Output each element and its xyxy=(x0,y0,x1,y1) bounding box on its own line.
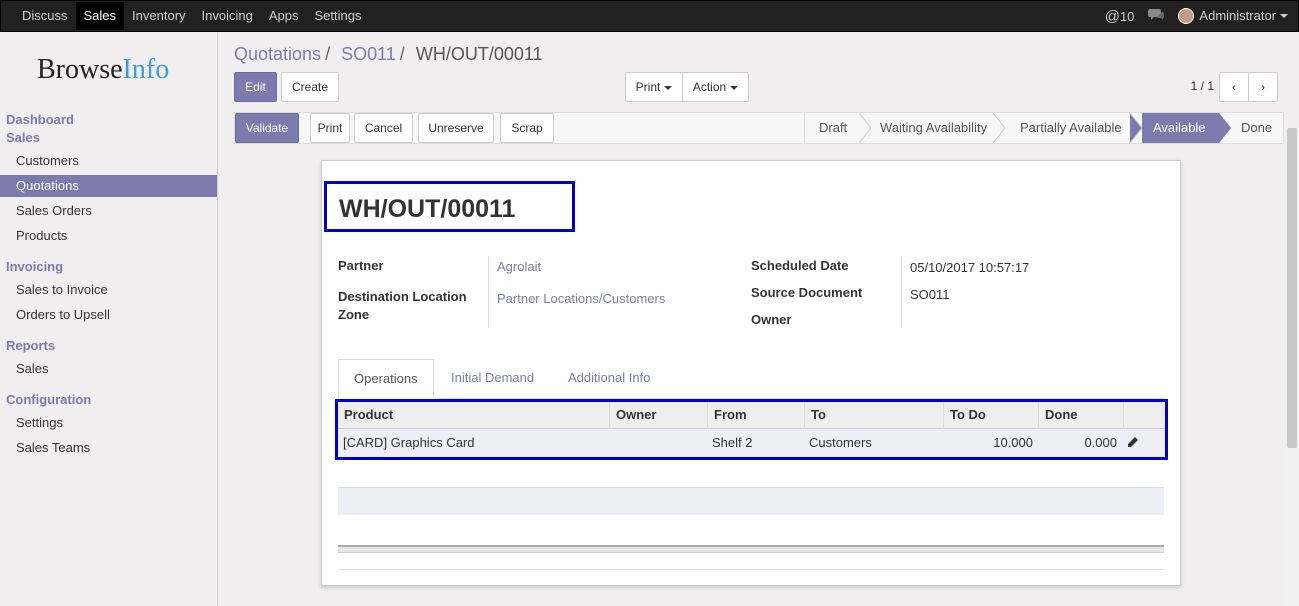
sidebar-item-sales-teams[interactable]: Sales Teams xyxy=(0,437,217,459)
partner-value[interactable]: Agrolait xyxy=(497,259,541,274)
stage-partially-available[interactable]: Partially Available xyxy=(1006,113,1136,143)
pager-prev-button[interactable]: ‹ xyxy=(1219,72,1249,102)
tab-operations[interactable]: Operations xyxy=(338,359,434,399)
stage-available[interactable]: Available xyxy=(1142,113,1219,143)
scrap-button[interactable]: Scrap xyxy=(500,113,554,143)
sidebar-item-settings[interactable]: Settings xyxy=(0,412,217,434)
breadcrumb: Quotations / SO011/ WH/OUT/00011 xyxy=(234,44,543,64)
col-from[interactable]: From xyxy=(708,402,805,429)
source-document-label: Source Document xyxy=(751,285,863,300)
mentions-button[interactable]: @10 xyxy=(1105,8,1135,25)
sidebar-section-dashboard[interactable]: Dashboard xyxy=(6,112,74,127)
table-footer xyxy=(338,545,1164,553)
create-button[interactable]: Create xyxy=(281,72,339,102)
pencil-icon[interactable] xyxy=(1127,436,1139,450)
table-row[interactable]: [CARD] Graphics Card Shelf 2 Customers 1… xyxy=(338,429,1165,457)
cell-from: Shelf 2 xyxy=(712,435,753,450)
col-done[interactable]: Done xyxy=(1039,402,1124,429)
print-dropdown[interactable]: Print xyxy=(625,72,683,102)
col-todo[interactable]: To Do xyxy=(944,402,1039,429)
caret-down-icon xyxy=(664,85,673,90)
sidebar-section-reports: Reports xyxy=(6,338,56,353)
action-dropdown[interactable]: Action xyxy=(682,72,749,102)
sidebar-item-products[interactable]: Products xyxy=(0,225,217,247)
col-product[interactable]: Product xyxy=(338,402,610,429)
sidebar-item-quotations[interactable]: Quotations xyxy=(0,175,217,197)
table-header: Product Owner From To To Do Done xyxy=(338,402,1165,429)
sidebar-section-invoicing: Invoicing xyxy=(6,259,64,274)
empty-row xyxy=(338,487,1164,515)
sidebar-item-sales-to-invoice[interactable]: Sales to Invoice xyxy=(0,279,217,301)
col-to[interactable]: To xyxy=(805,402,944,429)
col-owner[interactable]: Owner xyxy=(610,402,708,429)
tab-initial-demand[interactable]: Initial Demand xyxy=(436,359,549,399)
scheduled-date-value[interactable]: 05/10/2017 10:57:17 xyxy=(910,260,1029,275)
print-button[interactable]: Print xyxy=(310,113,350,143)
sidebar-section-sales: Sales xyxy=(6,130,40,145)
menu-invoicing[interactable]: Invoicing xyxy=(194,2,261,30)
partner-label: Partner xyxy=(338,258,384,273)
chevron-left-icon: ‹ xyxy=(1232,80,1236,94)
chat-icon[interactable] xyxy=(1148,8,1165,24)
tab-additional-info[interactable]: Additional Info xyxy=(553,359,665,399)
record-name: WH/OUT/00011 xyxy=(339,195,516,223)
at-icon: @ xyxy=(1104,7,1120,25)
sidebar-item-sales-orders[interactable]: Sales Orders xyxy=(0,200,217,222)
chevron-right-icon: › xyxy=(1261,80,1265,94)
menu-discuss[interactable]: Discuss xyxy=(14,2,76,30)
sidebar-item-orders-to-upsell[interactable]: Orders to Upsell xyxy=(0,304,217,326)
empty-row xyxy=(338,515,1164,545)
breadcrumb-so[interactable]: SO011 xyxy=(341,44,396,64)
scheduled-date-label: Scheduled Date xyxy=(751,258,849,273)
stage-draft[interactable]: Draft xyxy=(805,113,861,143)
operations-table: Product Owner From To To Do Done [CARD] … xyxy=(335,399,1168,460)
source-document-value[interactable]: SO011 xyxy=(910,287,950,302)
unreserve-button[interactable]: Unreserve xyxy=(418,113,494,143)
record-name-highlight: WH/OUT/00011 xyxy=(324,181,575,232)
caret-down-icon xyxy=(730,85,739,90)
avatar xyxy=(1178,8,1195,25)
user-name: Administrator xyxy=(1199,7,1276,23)
stage-done[interactable]: Done xyxy=(1227,113,1286,143)
sidebar-item-customers[interactable]: Customers xyxy=(0,150,217,172)
sidebar-section-configuration: Configuration xyxy=(6,392,92,407)
caret-down-icon xyxy=(1280,14,1288,19)
cell-todo: 10.000 xyxy=(993,435,1033,450)
top-navbar: Discuss Sales Inventory Invoicing Apps S… xyxy=(0,0,1299,32)
user-menu[interactable]: Administrator xyxy=(1178,8,1288,25)
cancel-button[interactable]: Cancel xyxy=(354,113,413,143)
breadcrumb-current: WH/OUT/00011 xyxy=(415,44,543,64)
app-menu: Discuss Sales Inventory Invoicing Apps S… xyxy=(14,1,369,31)
menu-apps[interactable]: Apps xyxy=(261,2,307,30)
owner-label: Owner xyxy=(751,312,792,327)
sidebar-item-reports-sales[interactable]: Sales xyxy=(0,358,217,380)
cell-to: Customers xyxy=(809,435,872,450)
cell-done: 0.000 xyxy=(1084,435,1117,450)
menu-settings[interactable]: Settings xyxy=(306,2,369,30)
menu-inventory[interactable]: Inventory xyxy=(124,2,193,30)
edit-button[interactable]: Edit xyxy=(234,72,277,102)
destination-value[interactable]: Partner Locations/Customers xyxy=(497,291,665,306)
destination-label: Destination Location Zone xyxy=(338,289,467,322)
scrollbar-thumb[interactable] xyxy=(1287,128,1297,448)
divider xyxy=(338,569,1164,570)
scrollbar[interactable] xyxy=(1285,128,1299,606)
validate-button[interactable]: Validate xyxy=(235,113,299,143)
main-content: Quotations / SO011/ WH/OUT/00011 Edit Cre… xyxy=(218,32,1299,606)
status-bar: Validate Print Cancel Unreserve Scrap Dr… xyxy=(234,112,1284,144)
notebook-tabs: Operations Initial Demand Additional Inf… xyxy=(338,359,1164,399)
company-logo: BrowseInfo xyxy=(37,54,170,85)
mentions-count: 10 xyxy=(1119,8,1135,24)
pager-next-button[interactable]: › xyxy=(1248,72,1278,102)
menu-sales[interactable]: Sales xyxy=(75,2,125,30)
sidebar: BrowseInfo Dashboard Sales Customers Quo… xyxy=(0,32,218,606)
breadcrumb-quotations[interactable]: Quotations xyxy=(234,44,321,64)
pager-value: 1 / 1 xyxy=(1190,79,1214,93)
stage-waiting-availability[interactable]: Waiting Availability xyxy=(866,113,1001,143)
form-sheet: WH/OUT/00011 Partner Agrolait Destinatio… xyxy=(321,160,1181,586)
cell-product: [CARD] Graphics Card xyxy=(343,435,475,450)
